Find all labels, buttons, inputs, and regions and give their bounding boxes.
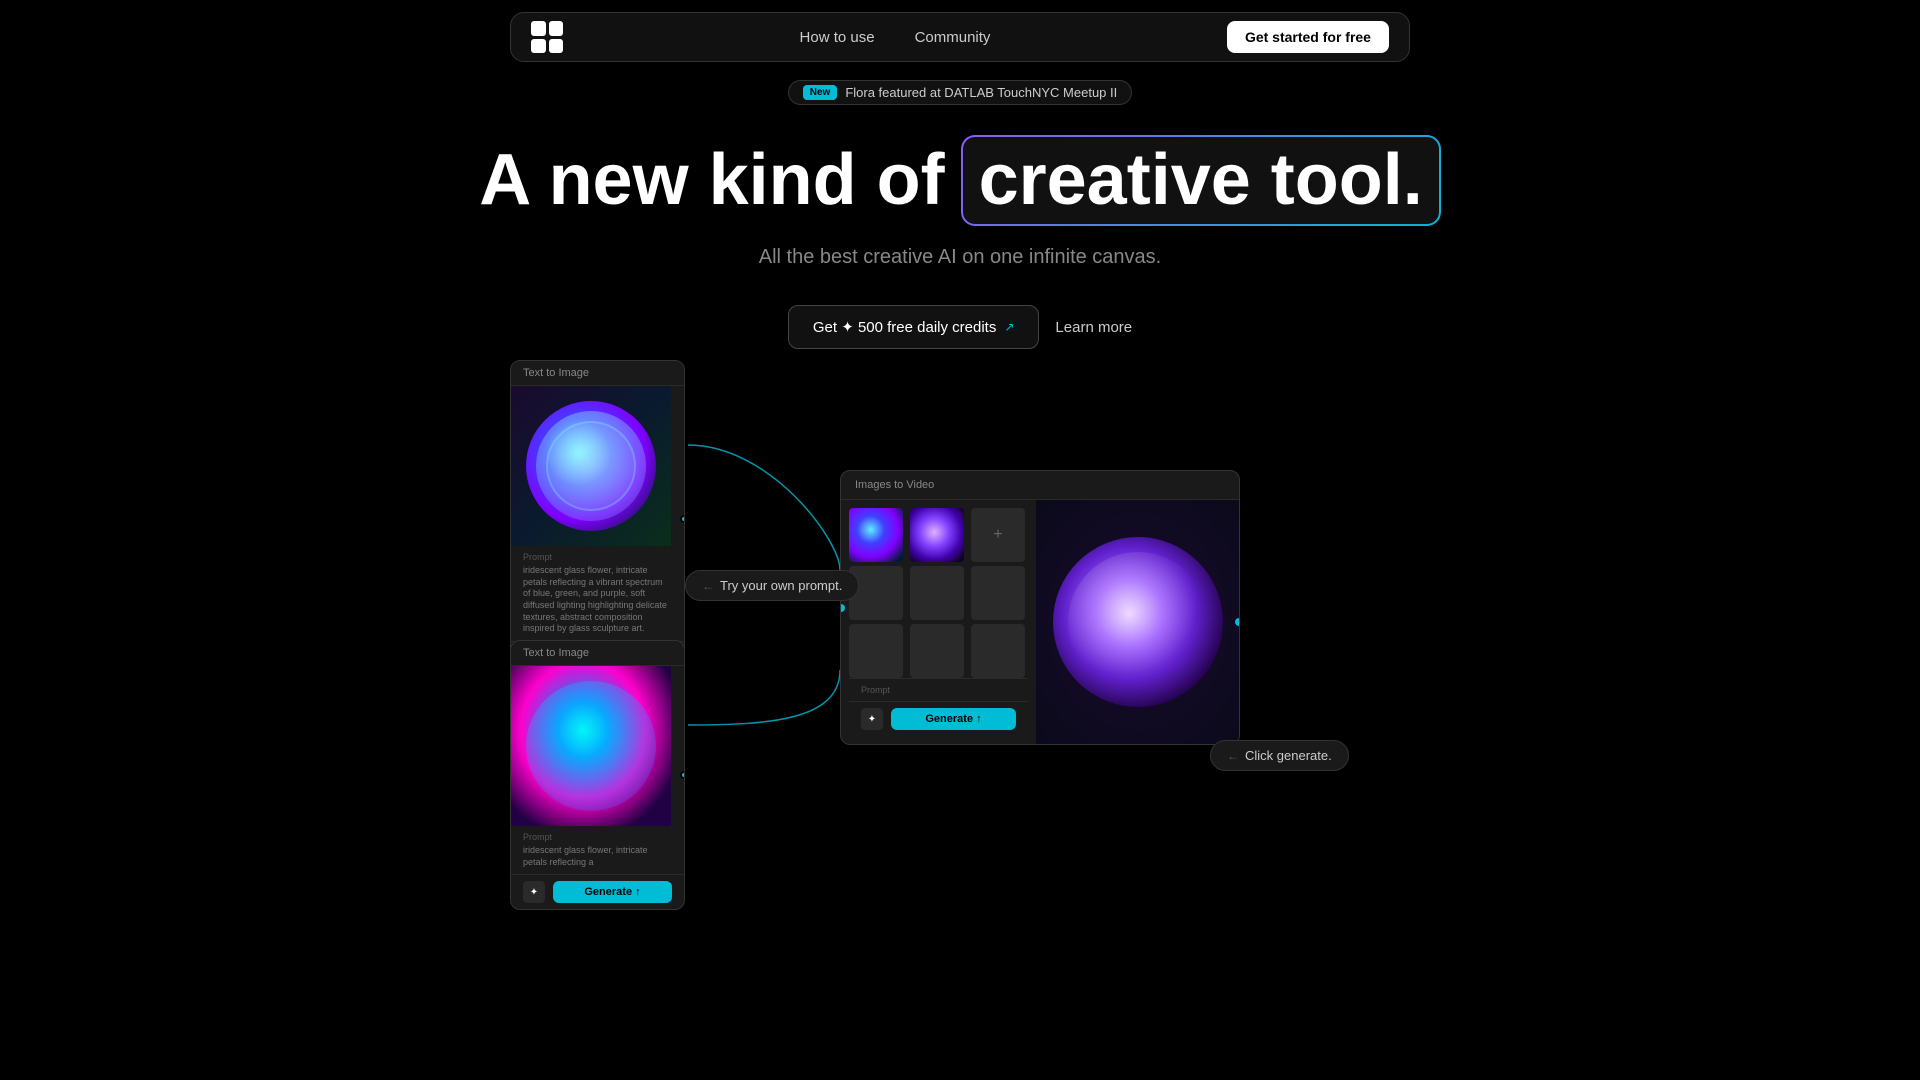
get-credits-label: Get ✦ 500 free daily credits: [813, 318, 997, 336]
card-footer-top: Prompt iridescent glass flower, intricat…: [511, 546, 684, 641]
hero-actions: Get ✦ 500 free daily credits ↗ Learn mor…: [788, 305, 1132, 349]
settings-icon-bottom[interactable]: ✦: [523, 881, 545, 903]
external-link-icon: ↗: [1004, 320, 1014, 334]
grid-cell-6: [971, 566, 1025, 620]
nav-how-to-use[interactable]: How to use: [800, 29, 875, 46]
flower-image-2: [526, 681, 656, 811]
card-header-bottom: Text to Image: [511, 641, 684, 666]
tooltip-arrow-2: ←: [1227, 749, 1239, 763]
grid-cell-7: [849, 624, 903, 678]
grid-cell-8: [910, 624, 964, 678]
image-grid-section: + Prompt ✦ Generate ↑: [841, 500, 1036, 744]
hero-subtitle: All the best creative AI on one infinite…: [759, 246, 1161, 269]
grid-add-button[interactable]: +: [971, 508, 1025, 562]
logo: [531, 21, 563, 53]
hero-section: New Flora featured at DATLAB TouchNYC Me…: [0, 80, 1920, 349]
nav-cta-button[interactable]: Get started for free: [1227, 21, 1389, 53]
tooltip-try-prompt-text: Try your own prompt.: [720, 578, 842, 593]
learn-more-button[interactable]: Learn more: [1055, 319, 1132, 336]
connector-dot-top-right: [680, 515, 685, 523]
badge-new-label: New: [803, 85, 838, 100]
connector-dot-video-right: [1235, 618, 1240, 626]
grid-cell-4: [849, 566, 903, 620]
video-card-header: Images to Video: [841, 471, 1239, 500]
video-prompt-row: Prompt: [849, 678, 1028, 701]
prompt-text-top: iridescent glass flower, intricate petal…: [523, 565, 672, 635]
video-generate-button[interactable]: Generate ↑: [891, 708, 1016, 730]
grid-cell-5: [910, 566, 964, 620]
image-grid: +: [849, 508, 1028, 678]
card-footer-bottom: Prompt iridescent glass flower, intricat…: [511, 826, 684, 874]
tooltip-try-prompt: ← Try your own prompt.: [685, 570, 859, 601]
logo-icon: [531, 21, 563, 53]
tooltip-click-generate: ← Click generate.: [1210, 740, 1349, 771]
card-image-top: [511, 386, 671, 546]
badge-text: Flora featured at DATLAB TouchNYC Meetup…: [845, 85, 1117, 100]
video-preview-section: [1036, 500, 1239, 744]
hero-title-highlight: creative tool.: [961, 135, 1441, 226]
grid-cell-2: [910, 508, 964, 562]
grid-cell-9: [971, 624, 1025, 678]
nav-community[interactable]: Community: [915, 29, 991, 46]
video-card-body: + Prompt ✦ Generate ↑: [841, 500, 1239, 744]
text-to-image-card-bottom: Text to Image Prompt iridescent glass fl…: [510, 640, 685, 910]
canvas-area: Text to Image Prompt iridescent glass fl…: [510, 360, 1410, 1040]
video-flower-preview: [1053, 537, 1223, 707]
card-image-bottom: [511, 666, 671, 826]
text-to-image-card-top: Text to Image Prompt iridescent glass fl…: [510, 360, 685, 677]
prompt-label-top: Prompt: [523, 552, 672, 562]
prompt-text-bottom: iridescent glass flower, intricate petal…: [523, 845, 672, 868]
tooltip-arrow-1: ←: [702, 579, 714, 593]
video-settings-icon[interactable]: ✦: [861, 708, 883, 730]
announcement-badge[interactable]: New Flora featured at DATLAB TouchNYC Me…: [788, 80, 1133, 105]
connector-dot-bottom-right: [680, 771, 685, 779]
video-card-bottom-actions: ✦ Generate ↑: [849, 701, 1028, 736]
video-prompt-label: Prompt: [861, 685, 1016, 695]
flower-image-1: [526, 401, 656, 531]
grid-cell-1: [849, 508, 903, 562]
hero-title-start: A new kind of: [479, 141, 944, 220]
card-header-top: Text to Image: [511, 361, 684, 386]
nav-links: How to use Community: [800, 29, 991, 46]
navigation: How to use Community Get started for fre…: [510, 12, 1410, 62]
prompt-label-bottom: Prompt: [523, 832, 672, 842]
generate-button-bottom[interactable]: Generate ↑: [553, 881, 672, 903]
hero-title: A new kind of creative tool.: [479, 135, 1441, 226]
images-to-video-card: Images to Video + Prompt: [840, 470, 1240, 745]
get-credits-button[interactable]: Get ✦ 500 free daily credits ↗: [788, 305, 1040, 349]
card-actions-bottom: ✦ Generate ↑: [511, 874, 684, 909]
tooltip-click-generate-text: Click generate.: [1245, 748, 1332, 763]
